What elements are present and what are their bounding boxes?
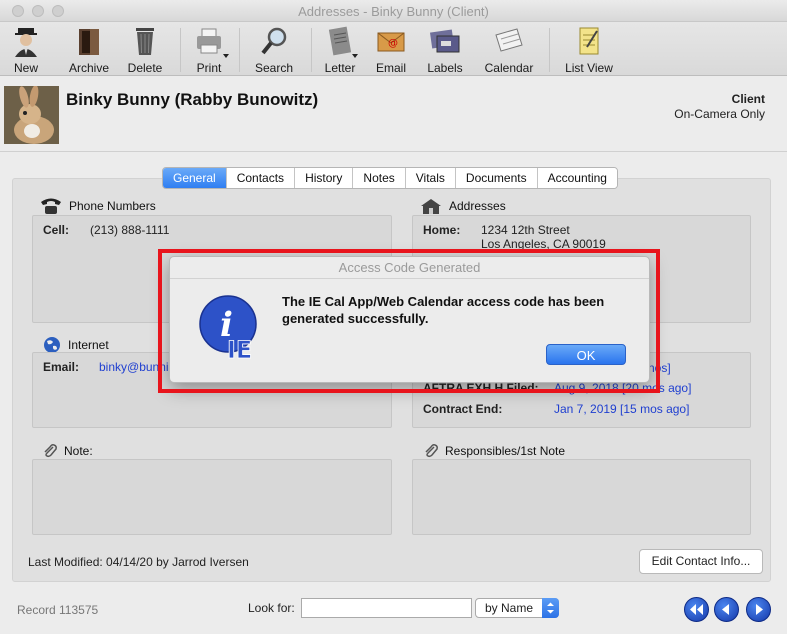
archive-box-icon: [79, 29, 99, 55]
letter-icon: [328, 26, 352, 56]
telephone-icon: [41, 198, 61, 214]
printer-icon: [197, 28, 221, 54]
previous-record-button[interactable]: [714, 597, 739, 622]
address-home-label: Home:: [423, 223, 461, 237]
phone-cell-label: Cell:: [43, 223, 70, 237]
note-section-title: Note:: [42, 443, 93, 459]
rewind-icon: [690, 604, 703, 615]
tab-general[interactable]: General: [163, 168, 227, 188]
last-modified-text: Last Modified: 04/14/20 by Jarrod Iverse…: [28, 555, 249, 569]
paperclip-icon: [425, 444, 438, 458]
tab-history[interactable]: History: [295, 168, 354, 188]
paperclip-icon: [44, 444, 57, 458]
tab-vitals[interactable]: Vitals: [405, 168, 456, 188]
responsibles-section-title: Responsibles/1st Note: [423, 443, 565, 459]
next-arrow-icon: [756, 604, 763, 615]
highlight-frame: [158, 249, 660, 393]
responsibles-box[interactable]: [412, 459, 751, 535]
labels-button[interactable]: Labels: [415, 25, 475, 75]
print-button[interactable]: Print: [179, 25, 239, 75]
address-line-1: 1234 12th Street: [481, 223, 570, 237]
next-record-button[interactable]: [746, 597, 771, 622]
first-record-button[interactable]: [684, 597, 709, 622]
contract-end-label: Contract End:: [423, 402, 503, 416]
edit-contact-info-button[interactable]: Edit Contact Info...: [639, 549, 763, 574]
calendar-icon: [495, 28, 523, 52]
record-number: Record 113575: [17, 603, 99, 617]
addresses-section-title: Addresses: [419, 197, 506, 215]
svg-text:@: @: [388, 38, 398, 49]
tab-accounting[interactable]: Accounting: [537, 168, 617, 188]
previous-arrow-icon: [722, 604, 729, 615]
contact-header: Binky Bunny (Rabby Bunowitz) Client On-C…: [0, 77, 787, 152]
search-by-select[interactable]: by Name: [475, 598, 559, 618]
note-box[interactable]: [32, 459, 392, 535]
contact-name: Binky Bunny (Rabby Bunowitz): [66, 90, 319, 109]
list-notepad-icon: [579, 27, 599, 55]
print-dropdown-arrow[interactable]: [223, 54, 229, 58]
email-button[interactable]: @ Email: [361, 25, 421, 75]
new-button[interactable]: New: [0, 25, 56, 75]
look-for-label: Look for:: [248, 601, 295, 615]
contact-subtype: On-Camera Only: [674, 107, 765, 121]
window-title: Addresses - Binky Bunny (Client): [298, 4, 489, 19]
contact-type: Client: [731, 92, 765, 106]
tab-contacts[interactable]: Contacts: [226, 168, 296, 188]
delete-button[interactable]: Delete: [115, 25, 175, 75]
contract-end-value: Jan 7, 2019 [15 mos ago]: [554, 402, 690, 416]
tab-notes[interactable]: Notes: [353, 168, 406, 188]
house-icon: [421, 199, 441, 214]
phone-cell-value[interactable]: (213) 888-1111: [90, 223, 169, 237]
labels-envelope-icon: [429, 29, 460, 53]
tab-bar: General Contacts History Notes Vitals Do…: [162, 167, 618, 189]
look-for-input[interactable]: [301, 598, 472, 618]
toolbar: New Archive Delete Print Search Letter @…: [0, 22, 787, 76]
archive-button[interactable]: Archive: [59, 25, 119, 75]
email-label: Email:: [43, 360, 80, 374]
title-bar: Addresses - Binky Bunny (Client): [0, 0, 787, 22]
search-button[interactable]: Search: [244, 25, 304, 75]
contact-photo[interactable]: [4, 86, 59, 144]
toolbar-separator: [239, 28, 240, 72]
calendar-button[interactable]: Calendar: [479, 25, 539, 75]
magnifier-icon: [261, 27, 287, 55]
select-arrows-icon: [542, 598, 559, 618]
letter-dropdown-arrow[interactable]: [352, 54, 358, 58]
list-view-button[interactable]: List View: [559, 25, 619, 75]
phone-section-title: Phone Numbers: [39, 197, 156, 215]
tab-documents[interactable]: Documents: [455, 168, 538, 188]
new-person-icon: [15, 28, 37, 57]
trash-can-icon: [136, 28, 154, 55]
toolbar-separator: [549, 28, 550, 72]
email-envelope-icon: @: [377, 32, 405, 52]
rabbit-photo-icon: [4, 86, 59, 144]
